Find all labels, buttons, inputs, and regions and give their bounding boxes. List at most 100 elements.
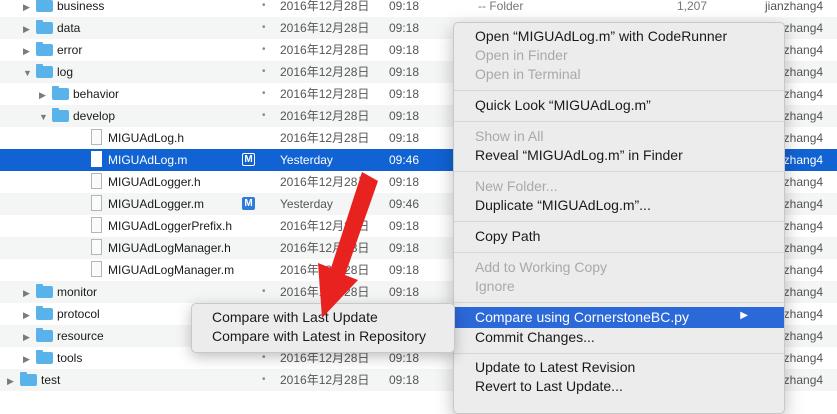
time-cell: 09:18 — [389, 43, 420, 57]
file-icon — [91, 151, 102, 167]
disclosure-expanded-icon[interactable]: ▼ — [39, 110, 48, 124]
time-cell: 09:18 — [389, 21, 420, 35]
status-dot: • — [262, 66, 266, 77]
folder-icon — [36, 328, 53, 342]
item-name: protocol — [57, 307, 100, 321]
date-cell: 2016年12月28日 — [280, 0, 370, 13]
date-cell: 2016年12月28日 — [280, 65, 370, 79]
file-icon — [91, 173, 102, 189]
time-cell: 09:46 — [389, 197, 420, 211]
time-cell: 09:18 — [389, 285, 420, 299]
date-cell: 2016年12月28日 — [280, 175, 370, 189]
menu-separator — [454, 171, 784, 172]
size-cell: 1,207 — [677, 0, 708, 13]
date-cell: Yesterday — [280, 153, 333, 167]
submenu-compare-last-update[interactable]: Compare with Last Update — [212, 309, 378, 326]
time-cell: 09:18 — [389, 219, 420, 233]
folder-icon — [36, 64, 53, 78]
disclosure-collapsed-icon[interactable]: ▶ — [23, 22, 30, 36]
item-name: MIGUAdLogManager.h — [108, 241, 231, 255]
date-cell: 2016年12月28日 — [280, 285, 370, 299]
date-cell: Yesterday — [280, 197, 333, 211]
item-name: MIGUAdLogger.h — [108, 175, 201, 189]
modified-badge: M — [242, 197, 255, 210]
disclosure-collapsed-icon[interactable]: ▶ — [23, 44, 30, 58]
date-cell: 2016年12月28日 — [280, 43, 370, 57]
owner-cell: jianzhang4 — [765, 0, 824, 13]
status-dot: • — [262, 286, 266, 297]
time-cell: 09:18 — [389, 241, 420, 255]
time-cell: 09:18 — [389, 0, 420, 13]
item-name: resource — [57, 329, 104, 343]
menu-duplicate[interactable]: Duplicate “MIGUAdLog.m”... — [475, 197, 651, 214]
menu-separator — [454, 252, 784, 253]
date-cell: 2016年12月28日 — [280, 21, 370, 35]
time-cell: 09:18 — [389, 175, 420, 189]
menu-copy-path[interactable]: Copy Path — [475, 228, 540, 245]
menu-quick-look[interactable]: Quick Look “MIGUAdLog.m” — [475, 97, 651, 114]
menu-open-in-terminal: Open in Terminal — [475, 66, 581, 82]
menu-update-to-latest[interactable]: Update to Latest Revision — [475, 359, 635, 376]
folder-row[interactable]: ▶ business • 2016年12月28日 09:18 jianzhang4 -- F… — [0, 0, 837, 17]
file-icon — [91, 195, 102, 211]
kind-cell: -- Folder — [478, 0, 524, 13]
item-name: develop — [73, 109, 116, 123]
menu-new-folder: New Folder... — [475, 178, 558, 194]
status-dot: • — [262, 44, 266, 55]
time-cell: 09:18 — [389, 131, 420, 145]
folder-icon — [36, 306, 53, 320]
date-cell: 2016年12月28日 — [280, 351, 370, 365]
status-dot: • — [262, 110, 266, 121]
date-cell: 2016年12月28日 — [280, 263, 370, 277]
menu-revert-to-last-update[interactable]: Revert to Last Update... — [475, 378, 623, 395]
status-dot: • — [262, 88, 266, 99]
item-name: MIGUAdLogger.m — [108, 197, 205, 211]
disclosure-collapsed-icon[interactable]: ▶ — [23, 286, 30, 300]
menu-open-with-coderunner[interactable]: Open “MIGUAdLog.m” with CodeRunner — [475, 28, 727, 45]
folder-icon — [36, 42, 53, 56]
time-cell: 09:18 — [389, 263, 420, 277]
folder-icon — [52, 108, 69, 122]
menu-ignore: Ignore — [475, 278, 515, 294]
menu-compare-using[interactable]: Compare using CornerstoneBC.py — [475, 309, 689, 326]
date-cell: 2016年12月28日 — [280, 109, 370, 123]
status-dot: • — [262, 352, 266, 363]
folder-icon — [36, 284, 53, 298]
disclosure-collapsed-icon[interactable]: ▶ — [7, 374, 14, 388]
menu-separator — [454, 221, 784, 222]
disclosure-collapsed-icon[interactable]: ▶ — [23, 308, 30, 322]
item-name: tools — [57, 351, 83, 365]
submenu-arrow-icon: ▶ — [740, 310, 748, 321]
context-menu: Open “MIGUAdLog.m” with CodeRunner Open … — [453, 22, 785, 414]
item-name: MIGUAdLoggerPrefix.h — [108, 219, 233, 233]
file-icon — [91, 217, 102, 233]
disclosure-collapsed-icon[interactable]: ▶ — [39, 88, 46, 102]
disclosure-expanded-icon[interactable]: ▼ — [23, 66, 32, 80]
menu-separator — [454, 302, 784, 303]
item-name: business — [57, 0, 105, 13]
file-icon — [91, 261, 102, 277]
disclosure-collapsed-icon[interactable]: ▶ — [23, 330, 30, 344]
item-name: behavior — [73, 87, 120, 101]
folder-icon — [36, 350, 53, 364]
disclosure-collapsed-icon[interactable]: ▶ — [23, 352, 30, 366]
menu-show-in-all: Show in All — [475, 128, 544, 144]
menu-separator — [454, 353, 784, 354]
item-name: error — [57, 43, 83, 57]
date-cell: 2016年12月28日 — [280, 219, 370, 233]
time-cell: 09:18 — [389, 351, 420, 365]
folder-icon — [52, 86, 69, 100]
time-cell: 09:18 — [389, 109, 420, 123]
folder-icon — [20, 372, 37, 386]
folder-icon — [36, 0, 53, 12]
menu-commit-changes[interactable]: Commit Changes... — [475, 329, 595, 346]
item-name: test — [41, 373, 61, 387]
submenu-compare-latest-repository[interactable]: Compare with Latest in Repository — [212, 328, 426, 345]
time-cell: 09:18 — [389, 373, 420, 387]
item-name: data — [57, 21, 81, 35]
date-cell: 2016年12月28日 — [280, 241, 370, 255]
menu-reveal-in-finder[interactable]: Reveal “MIGUAdLog.m” in Finder — [475, 147, 683, 164]
compare-submenu: Compare with Last Update Compare with La… — [191, 303, 455, 353]
menu-compare-using-highlighted[interactable]: Compare using CornerstoneBC.py ▶ — [454, 307, 784, 328]
disclosure-collapsed-icon[interactable]: ▶ — [23, 0, 30, 14]
